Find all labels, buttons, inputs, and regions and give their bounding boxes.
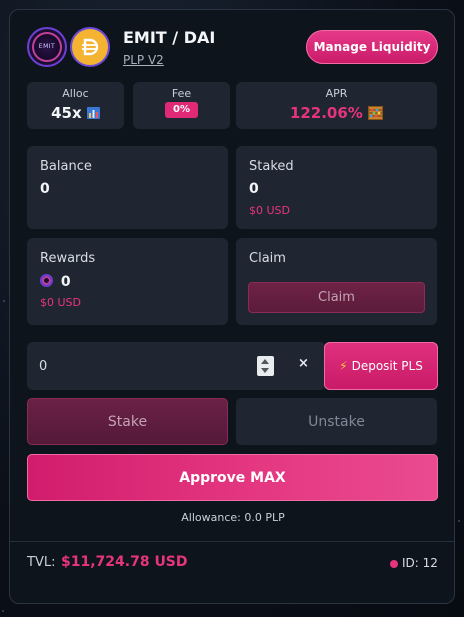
emit-logo-text: EMIT (38, 43, 56, 50)
amount-input[interactable] (39, 356, 239, 376)
emit-token-icon: EMIT (27, 27, 67, 67)
farm-id: ID: 12 (402, 556, 438, 570)
chart-icon (86, 107, 100, 119)
alloc-label: Alloc (62, 87, 89, 100)
stake-button[interactable]: Stake (27, 398, 228, 445)
staked-usd: $0 USD (249, 204, 290, 217)
dai-token-icon (70, 27, 110, 67)
rewards-label: Rewards (40, 251, 96, 266)
claim-box: Claim Claim (236, 238, 437, 325)
pool-type-link[interactable]: PLP V2 (123, 53, 164, 67)
pair-title: EMIT / DAI (123, 28, 216, 47)
unstake-button[interactable]: Unstake (236, 398, 437, 445)
rewards-box: Rewards 0 $0 USD (27, 238, 228, 325)
abacus-icon[interactable] (368, 106, 384, 120)
clear-icon[interactable]: × (298, 356, 309, 371)
claim-label: Claim (249, 251, 286, 266)
emit-token-icon (40, 274, 53, 287)
tvl-value: $11,724.78 USD (61, 554, 188, 570)
alloc-value: 45x (27, 104, 124, 122)
staked-box: Staked 0 $0 USD (236, 146, 437, 229)
spinner-up-icon[interactable] (261, 359, 269, 364)
rewards-usd: $0 USD (40, 296, 81, 309)
tvl-label: TVL: (27, 555, 56, 570)
claim-button[interactable]: Claim (248, 282, 425, 313)
allowance-text: Allowance: 0.0 PLP (181, 511, 285, 524)
bolt-icon: ⚡ (339, 359, 348, 373)
balance-value: 0 (40, 181, 50, 197)
deposit-pls-button[interactable]: ⚡ Deposit PLS (324, 342, 438, 390)
amount-input-wrapper: × (27, 342, 326, 390)
apr-label: APR (325, 87, 348, 100)
alloc-box: Alloc 45x (27, 82, 124, 129)
apr-value: 122.06% (236, 104, 437, 122)
apr-box: APR 122.06% (236, 82, 437, 129)
footer-divider (10, 541, 454, 542)
background-star (3, 300, 5, 302)
approve-max-button[interactable]: Approve MAX (27, 454, 438, 501)
fee-box: Fee 0% (133, 82, 230, 129)
spinner-icon[interactable] (257, 356, 274, 376)
status-dot-icon (390, 560, 398, 568)
staked-label: Staked (249, 159, 294, 174)
spinner-down-icon[interactable] (261, 368, 269, 373)
manage-liquidity-button[interactable]: Manage Liquidity (306, 30, 438, 64)
staked-value: 0 (249, 181, 259, 197)
fee-badge: 0% (165, 102, 198, 118)
background-star (2, 610, 4, 612)
balance-box: Balance 0 (27, 146, 228, 229)
token-pair-logos: EMIT (27, 27, 119, 67)
balance-label: Balance (40, 159, 92, 174)
farm-card: EMIT EMIT / DAI PLP V2 Manage Liquidity … (9, 9, 455, 604)
rewards-value: 0 (40, 273, 71, 290)
fee-label: Fee (171, 87, 192, 100)
